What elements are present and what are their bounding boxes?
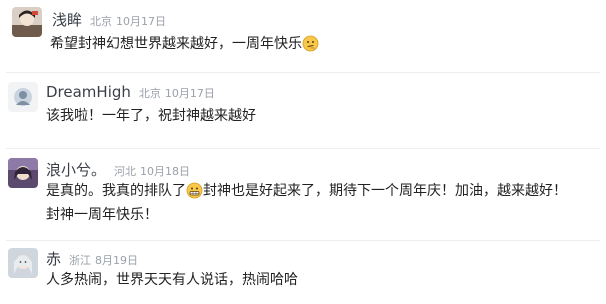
divider [6, 148, 600, 149]
comment-meta: 赤 浙江 8月19日 [46, 248, 138, 269]
avatar[interactable] [8, 82, 38, 112]
location: 北京 [138, 87, 161, 100]
avatar[interactable] [12, 7, 42, 37]
avatar[interactable] [8, 158, 38, 188]
location: 河北 [114, 165, 137, 178]
username[interactable]: DreamHigh [46, 83, 131, 101]
username[interactable]: 浅眸 [52, 9, 82, 30]
comment-meta: 浅眸 北京 10月17日 [52, 9, 166, 30]
comment-date: 10月18日 [140, 165, 191, 178]
comment-text-line-2: 封神一周年快乐！ [46, 207, 158, 223]
comment-item: 浪小兮。 河北 10月18日 是真的。我真的排队了 封神也是好起来了，期待下一个… [0, 150, 606, 240]
comment-text-content: 希望封神幻想世界越来越好，一周年快乐 [50, 36, 302, 52]
grimacing-face-emoji-icon [186, 182, 203, 199]
comment-text: 是真的。我真的排队了 封神也是好起来了，期待下一个周年庆！加油，越来越好！ [46, 179, 567, 203]
location: 浙江 [69, 254, 92, 267]
comment-text: 希望封神幻想世界越来越好，一周年快乐 [50, 32, 319, 56]
thinking-face-emoji-icon [302, 35, 319, 52]
comment-text-part: 封神也是好起来了，期待下一个周年庆！加油，越来越好！ [203, 183, 567, 199]
avatar[interactable] [8, 248, 38, 278]
comment-date: 8月19日 [95, 254, 139, 267]
comment-meta: 浪小兮。 河北 10月18日 [46, 159, 190, 180]
username[interactable]: 赤 [46, 248, 61, 269]
location: 北京 [90, 15, 113, 28]
comment-text: 该我啦！一年了，祝封神越来越好 [46, 108, 256, 124]
comment-text-part: 是真的。我真的排队了 [46, 183, 186, 199]
comment-date: 10月17日 [116, 15, 167, 28]
comment-item: 浅眸 北京 10月17日 希望封神幻想世界越来越好，一周年快乐 [0, 0, 606, 70]
comment-meta: DreamHigh 北京 10月17日 [46, 83, 215, 101]
username[interactable]: 浪小兮。 [46, 159, 106, 180]
comment-item: 赤 浙江 8月19日 人多热闹，世界天天有人说话，热闹哈哈 [0, 242, 606, 304]
divider [6, 72, 600, 73]
divider [6, 240, 600, 241]
comment-item: DreamHigh 北京 10月17日 该我啦！一年了，祝封神越来越好 [0, 74, 606, 148]
comment-text: 人多热闹，世界天天有人说话，热闹哈哈 [46, 272, 298, 288]
comment-date: 10月17日 [164, 87, 215, 100]
